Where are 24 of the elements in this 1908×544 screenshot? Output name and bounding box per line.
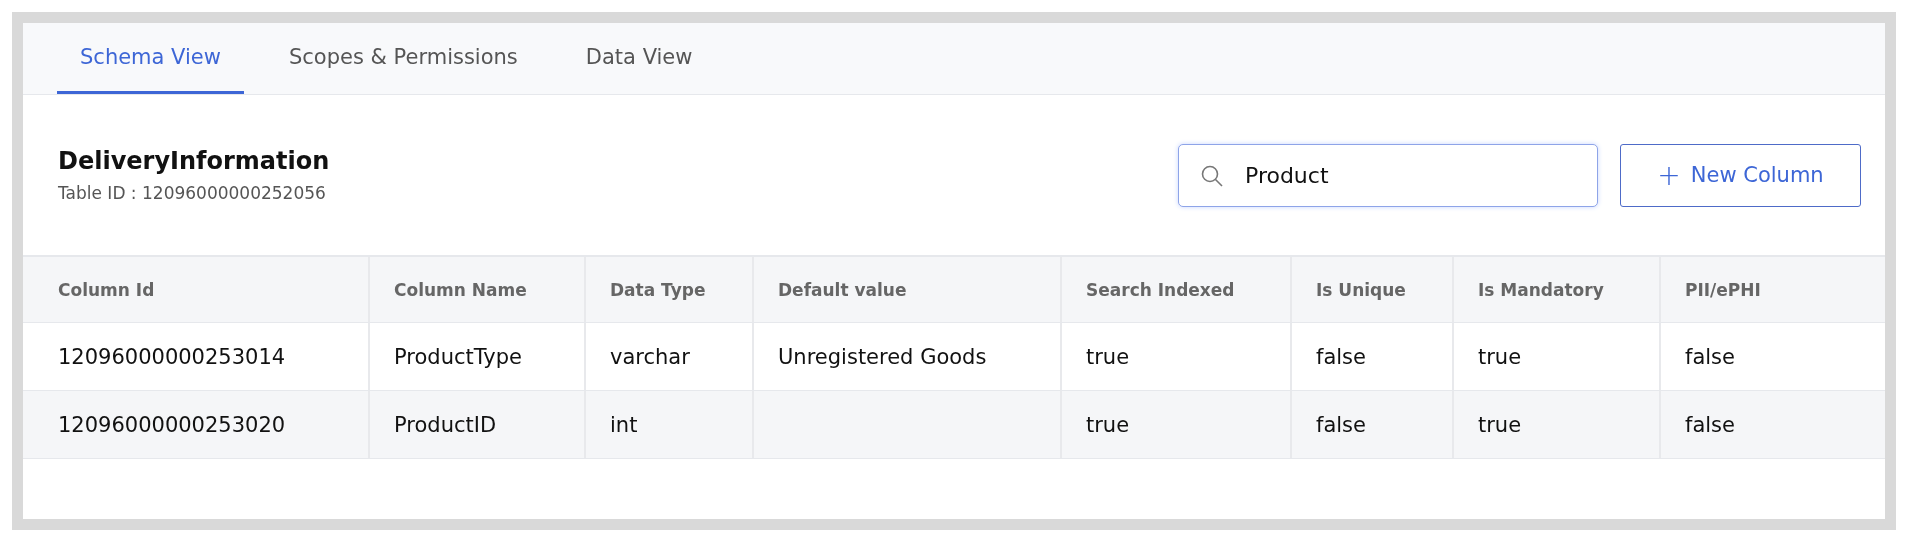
table-cell: true xyxy=(1478,344,1522,369)
table-cell: true xyxy=(1086,412,1130,437)
table-cell: Unregistered Goods xyxy=(778,344,987,369)
table-id: Table ID : 12096000000252056 xyxy=(58,183,327,203)
table-cell: ProductType xyxy=(394,344,522,369)
table-title: DeliveryInformation xyxy=(58,147,331,175)
table-cell: ProductID xyxy=(394,412,497,437)
tab[interactable]: Schema View xyxy=(57,23,244,94)
new-column-button[interactable]: + New Column xyxy=(1620,143,1861,207)
table-cell: false xyxy=(1685,344,1735,369)
search-icon xyxy=(1200,163,1224,188)
table-cell: false xyxy=(1316,412,1366,437)
tab[interactable]: Data View xyxy=(562,23,716,94)
search-field[interactable]: Product xyxy=(1178,143,1598,207)
table-cell: false xyxy=(1685,412,1735,437)
column-header: PII/ePHI xyxy=(1684,278,1762,302)
table-cell: 12096000000253014 xyxy=(58,344,286,369)
table-cell: true xyxy=(1086,344,1130,369)
table-cell: varchar xyxy=(610,344,690,369)
table-cell: false xyxy=(1316,344,1366,369)
tab[interactable]: Scopes & Permissions xyxy=(265,23,541,94)
table-cell: true xyxy=(1478,412,1522,437)
table-cell: 12096000000253020 xyxy=(58,412,286,437)
table-cell: int xyxy=(610,412,638,437)
